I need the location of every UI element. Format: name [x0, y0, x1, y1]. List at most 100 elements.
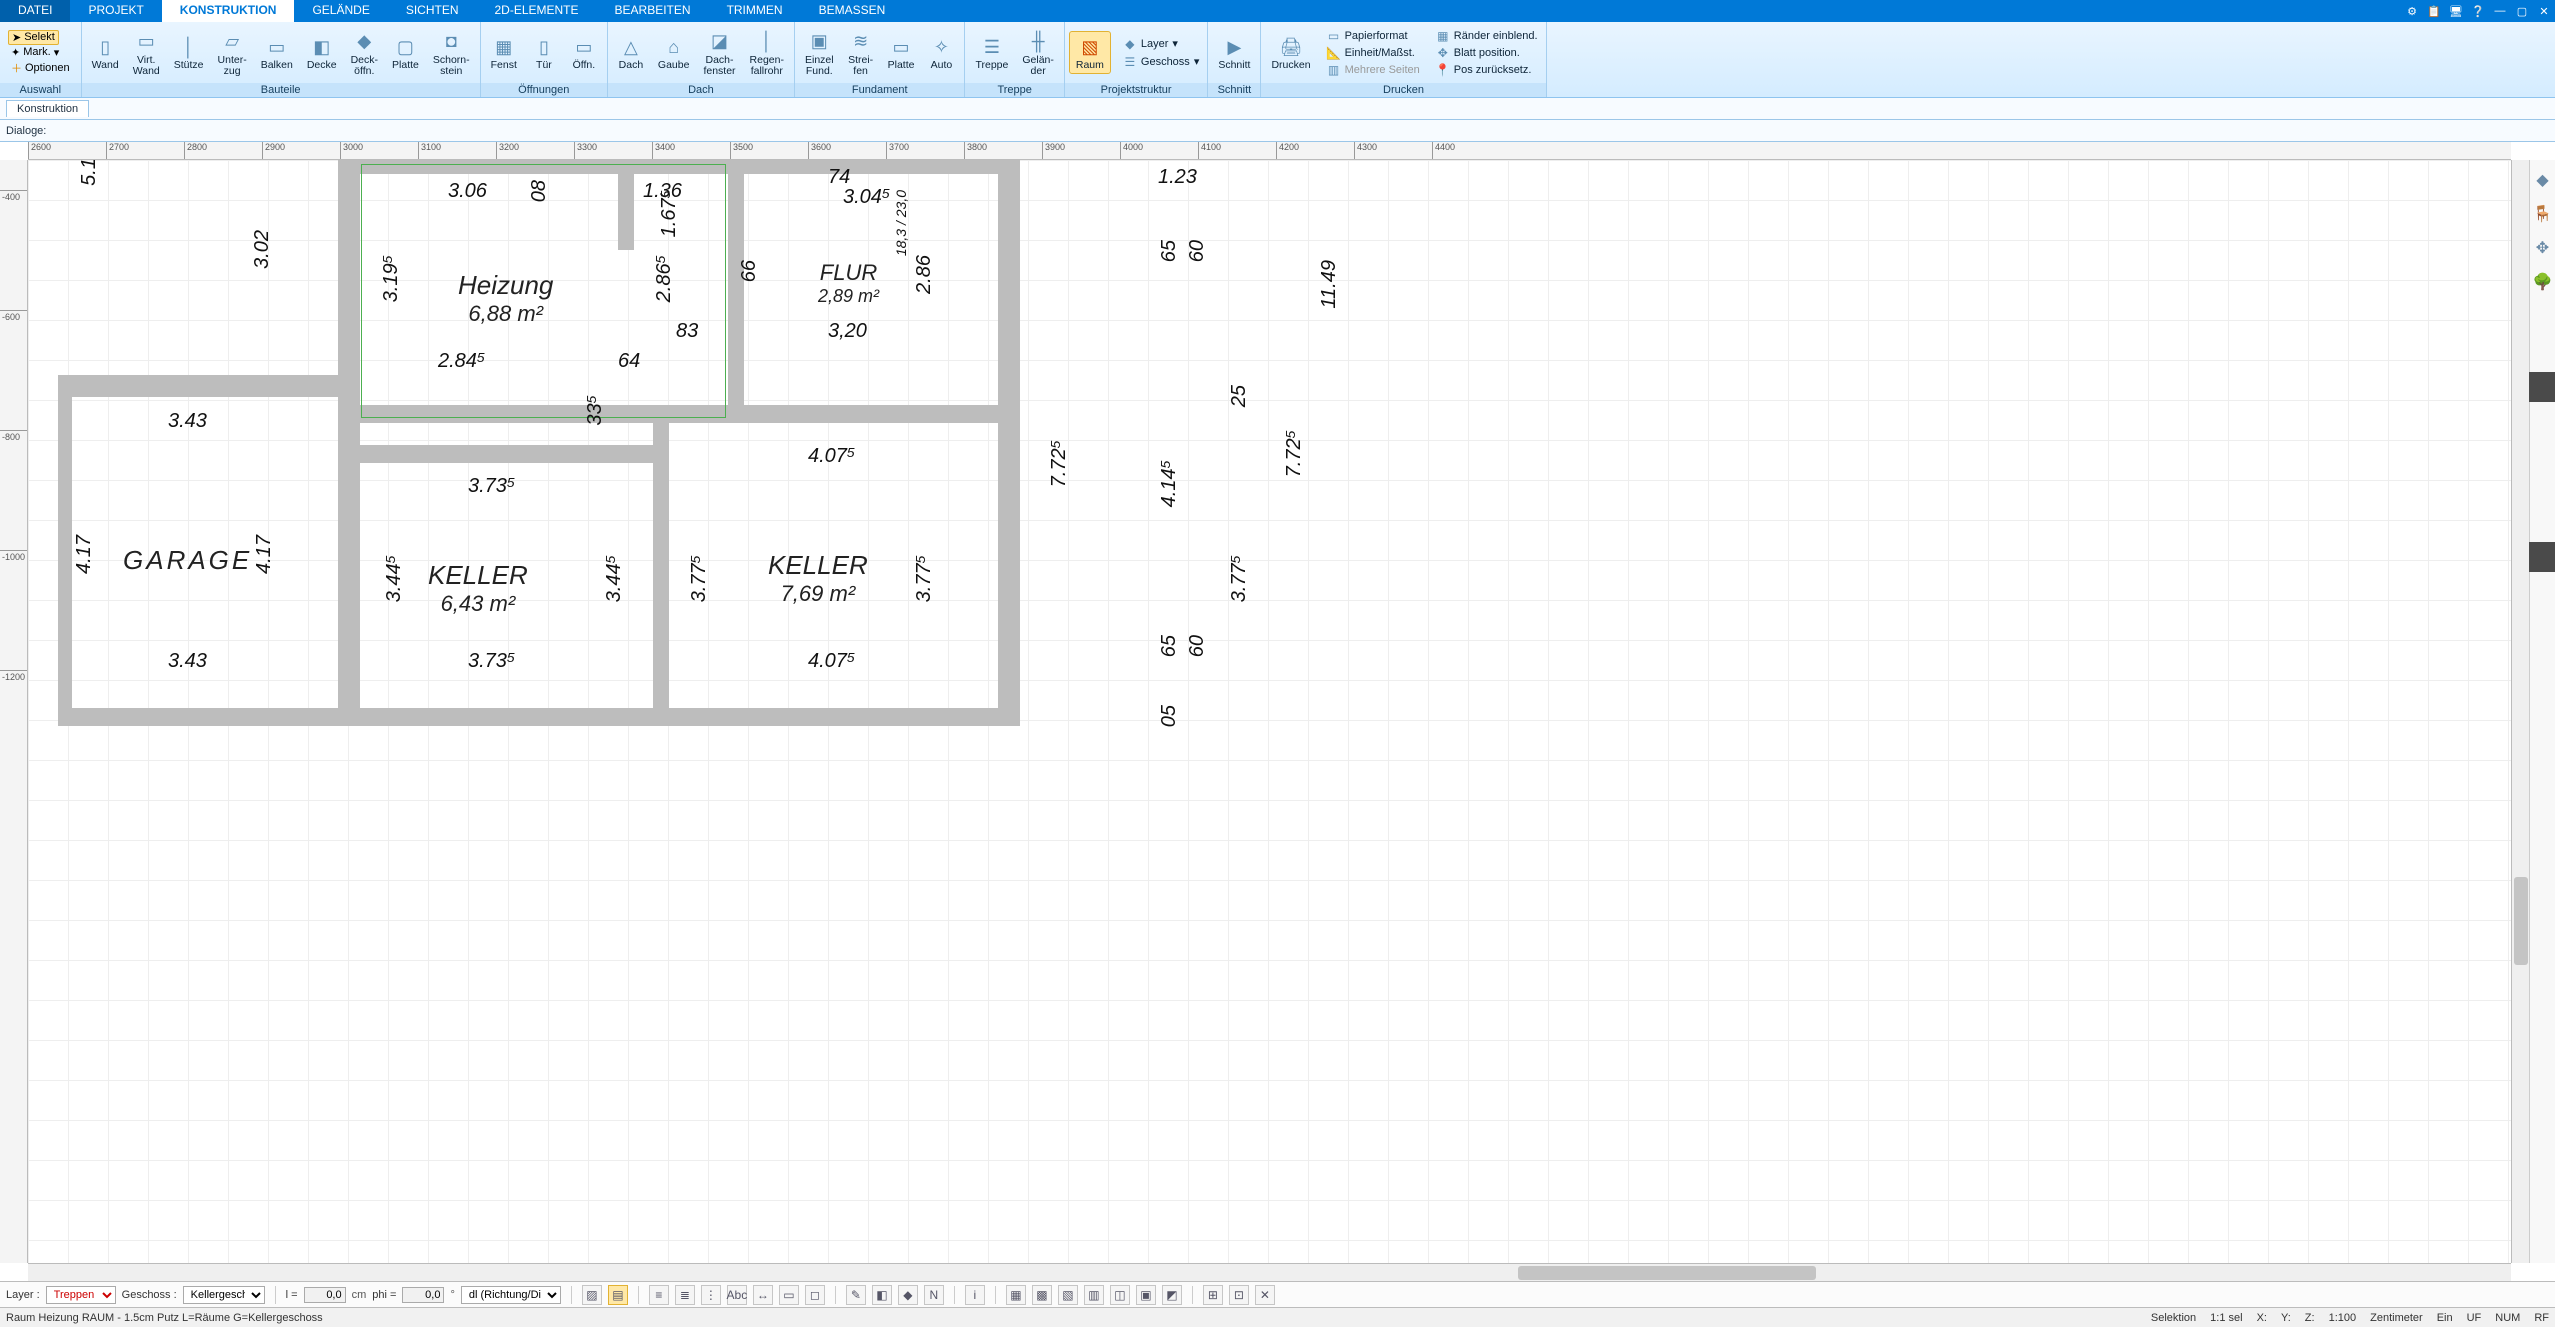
tb-g3-icon[interactable]: ▧	[1058, 1285, 1078, 1305]
tb-g6-icon[interactable]: ▣	[1136, 1285, 1156, 1305]
scrollbar-horizontal[interactable]	[28, 1263, 2511, 1281]
btn-bauteile-5[interactable]: ◧Decke	[301, 32, 343, 73]
tab-datei[interactable]: DATEI	[0, 0, 70, 22]
btn-layer[interactable]: ◆Layer ▾	[1119, 36, 1203, 52]
tab-trimmen[interactable]: TRIMMEN	[709, 0, 801, 22]
btn-mehrere-seiten[interactable]: ▥Mehrere Seiten	[1323, 62, 1424, 78]
tab-bemassen[interactable]: BEMASSEN	[801, 0, 904, 22]
tab-sichten[interactable]: SICHTEN	[388, 0, 477, 22]
subbar-tab-konstruktion[interactable]: Konstruktion	[6, 100, 89, 117]
tb-grid-icon[interactable]: ⊞	[1203, 1285, 1223, 1305]
side-nav-icon[interactable]: ✥	[2533, 238, 2553, 258]
tab-bearbeiten[interactable]: BEARBEITEN	[597, 0, 709, 22]
btn-raender-einblend[interactable]: ▦Ränder einblend.	[1432, 28, 1542, 44]
btn-geschoss[interactable]: ☰Geschoss ▾	[1119, 54, 1203, 70]
window-maximize-icon[interactable]: ▢	[2511, 0, 2533, 22]
btn-fundament-0[interactable]: ▣Einzel Fund.	[799, 27, 840, 79]
tb-hatch2-icon[interactable]: ▤	[608, 1285, 628, 1305]
room-keller-1: KELLER6,43 m²	[428, 560, 528, 617]
btn-drucken[interactable]: 🖨 Drucken	[1265, 32, 1316, 73]
side-chair-icon[interactable]: 🪑	[2533, 204, 2553, 224]
dim-1149: 11.49	[1318, 260, 1341, 309]
side-panel-grip[interactable]	[2529, 372, 2555, 402]
tb-hatch-icon[interactable]: ▨	[582, 1285, 602, 1305]
tb-snap-icon[interactable]: ⊡	[1229, 1285, 1249, 1305]
direction-select[interactable]: dl (Richtung/Di	[461, 1286, 561, 1304]
btn-bauteile-3[interactable]: ▱Unter- zug	[212, 27, 253, 79]
btn-bauteile-7[interactable]: ▢Platte	[386, 32, 425, 73]
scrollbar-vertical[interactable]	[2511, 160, 2529, 1263]
tb-align-right-icon[interactable]: ⋮	[701, 1285, 721, 1305]
btn-oeffnungen-0[interactable]: ▦Fenst	[485, 32, 523, 73]
drawing-canvas[interactable]: Heizung6,88 m² FLUR2,89 m² KELLER6,43 m²…	[28, 160, 2511, 1263]
window-close-icon[interactable]: ✕	[2533, 0, 2555, 22]
side-panel-grip-2[interactable]	[2529, 542, 2555, 572]
titlebar-tool-2[interactable]: 📋	[2423, 0, 2445, 22]
btn-bauteile-0[interactable]: ▯Wand	[86, 32, 125, 73]
side-tree-icon[interactable]: 🌳	[2533, 272, 2553, 292]
group-label-projektstruktur: Projektstruktur	[1065, 83, 1207, 97]
tb-g4-icon[interactable]: ▥	[1084, 1285, 1104, 1305]
tb-info-icon[interactable]: i	[965, 1285, 985, 1305]
status-rf: RF	[2534, 1312, 2549, 1324]
l-input[interactable]	[304, 1287, 346, 1303]
tb-g2-icon[interactable]: ▩	[1032, 1285, 1052, 1305]
btn-dach-0[interactable]: △Dach	[612, 32, 650, 73]
tb-n-icon[interactable]: N	[924, 1285, 944, 1305]
dach-2-icon: ◪	[706, 29, 732, 55]
tab-konstruktion[interactable]: KONSTRUKTION	[162, 0, 295, 22]
btn-dach-1[interactable]: ⌂Gaube	[652, 32, 696, 73]
btn-schnitt[interactable]: ▶ Schnitt	[1212, 32, 1256, 73]
btn-treppe-1[interactable]: ╫Gelän- der	[1016, 27, 1060, 79]
tb-align-left-icon[interactable]: ≡	[649, 1285, 669, 1305]
tb-dim-icon[interactable]: ↔	[753, 1285, 773, 1305]
btn-optionen[interactable]: ＋Optionen	[8, 60, 73, 76]
btn-bauteile-1[interactable]: ▭Virt. Wand	[127, 27, 166, 79]
geschoss-select[interactable]: Kellergesch	[183, 1286, 265, 1304]
btn-oeffnungen-1[interactable]: ▯Tür	[525, 32, 563, 73]
btn-selekt[interactable]: ➤Selekt	[8, 30, 59, 45]
tb-close-icon[interactable]: ✕	[1255, 1285, 1275, 1305]
titlebar-help-icon[interactable]: ❔	[2467, 0, 2489, 22]
btn-fundament-3[interactable]: ✧Auto	[922, 32, 960, 73]
tb-align-center-icon[interactable]: ≣	[675, 1285, 695, 1305]
tb-rect-icon[interactable]: ▭	[779, 1285, 799, 1305]
dim-4075a: 4.07⁵	[808, 445, 855, 468]
pages-icon: ▥	[1327, 63, 1341, 77]
tb-rect2-icon[interactable]: ◻	[805, 1285, 825, 1305]
tb-room-icon[interactable]: ◆	[898, 1285, 918, 1305]
tab-gelaende[interactable]: GELÄNDE	[294, 0, 387, 22]
tab-2d-elemente[interactable]: 2D-ELEMENTE	[477, 0, 597, 22]
btn-oeffnungen-2[interactable]: ▭Öffn.	[565, 32, 603, 73]
btn-einheit-massst[interactable]: 📐Einheit/Maßst.	[1323, 45, 1424, 61]
group-label-dach: Dach	[608, 83, 794, 97]
btn-mark[interactable]: ✦Mark. ▾	[8, 46, 62, 59]
btn-raum[interactable]: ▧ Raum	[1069, 31, 1111, 74]
btn-bauteile-6[interactable]: ◆Deck- öffn.	[345, 27, 384, 79]
tb-g7-icon[interactable]: ◩	[1162, 1285, 1182, 1305]
btn-papierformat[interactable]: ▭Papierformat	[1323, 28, 1424, 44]
oeffnungen-1-label: Tür	[536, 60, 552, 71]
tb-text-icon[interactable]: Abc	[727, 1285, 747, 1305]
tb-layer-icon[interactable]: ◧	[872, 1285, 892, 1305]
side-layers-icon[interactable]: ◆	[2533, 170, 2553, 190]
titlebar-tool-1[interactable]: ⚙	[2401, 0, 2423, 22]
phi-input[interactable]	[402, 1287, 444, 1303]
btn-pos-zuruecksetz[interactable]: 📍Pos zurücksetz.	[1432, 62, 1542, 78]
btn-dach-3[interactable]: │Regen- fallrohr	[744, 27, 790, 79]
tb-g5-icon[interactable]: ◫	[1110, 1285, 1130, 1305]
btn-fundament-1[interactable]: ≋Strei- fen	[842, 27, 880, 79]
btn-fundament-2[interactable]: ▭Platte	[882, 32, 921, 73]
btn-treppe-0[interactable]: ☰Treppe	[969, 32, 1014, 73]
window-minimize-icon[interactable]: —	[2489, 0, 2511, 22]
tb-pen-icon[interactable]: ✎	[846, 1285, 866, 1305]
layer-select[interactable]: Treppen	[46, 1286, 116, 1304]
tab-projekt[interactable]: PROJEKT	[70, 0, 161, 22]
btn-dach-2[interactable]: ◪Dach- fenster	[697, 27, 741, 79]
btn-bauteile-2[interactable]: │Stütze	[168, 32, 210, 73]
btn-blatt-position[interactable]: ✥Blatt position.	[1432, 45, 1542, 61]
tb-g1-icon[interactable]: ▦	[1006, 1285, 1026, 1305]
titlebar-tool-3[interactable]: 🖥	[2445, 0, 2467, 22]
btn-bauteile-8[interactable]: ◘Schorn- stein	[427, 27, 476, 79]
btn-bauteile-4[interactable]: ▭Balken	[255, 32, 299, 73]
